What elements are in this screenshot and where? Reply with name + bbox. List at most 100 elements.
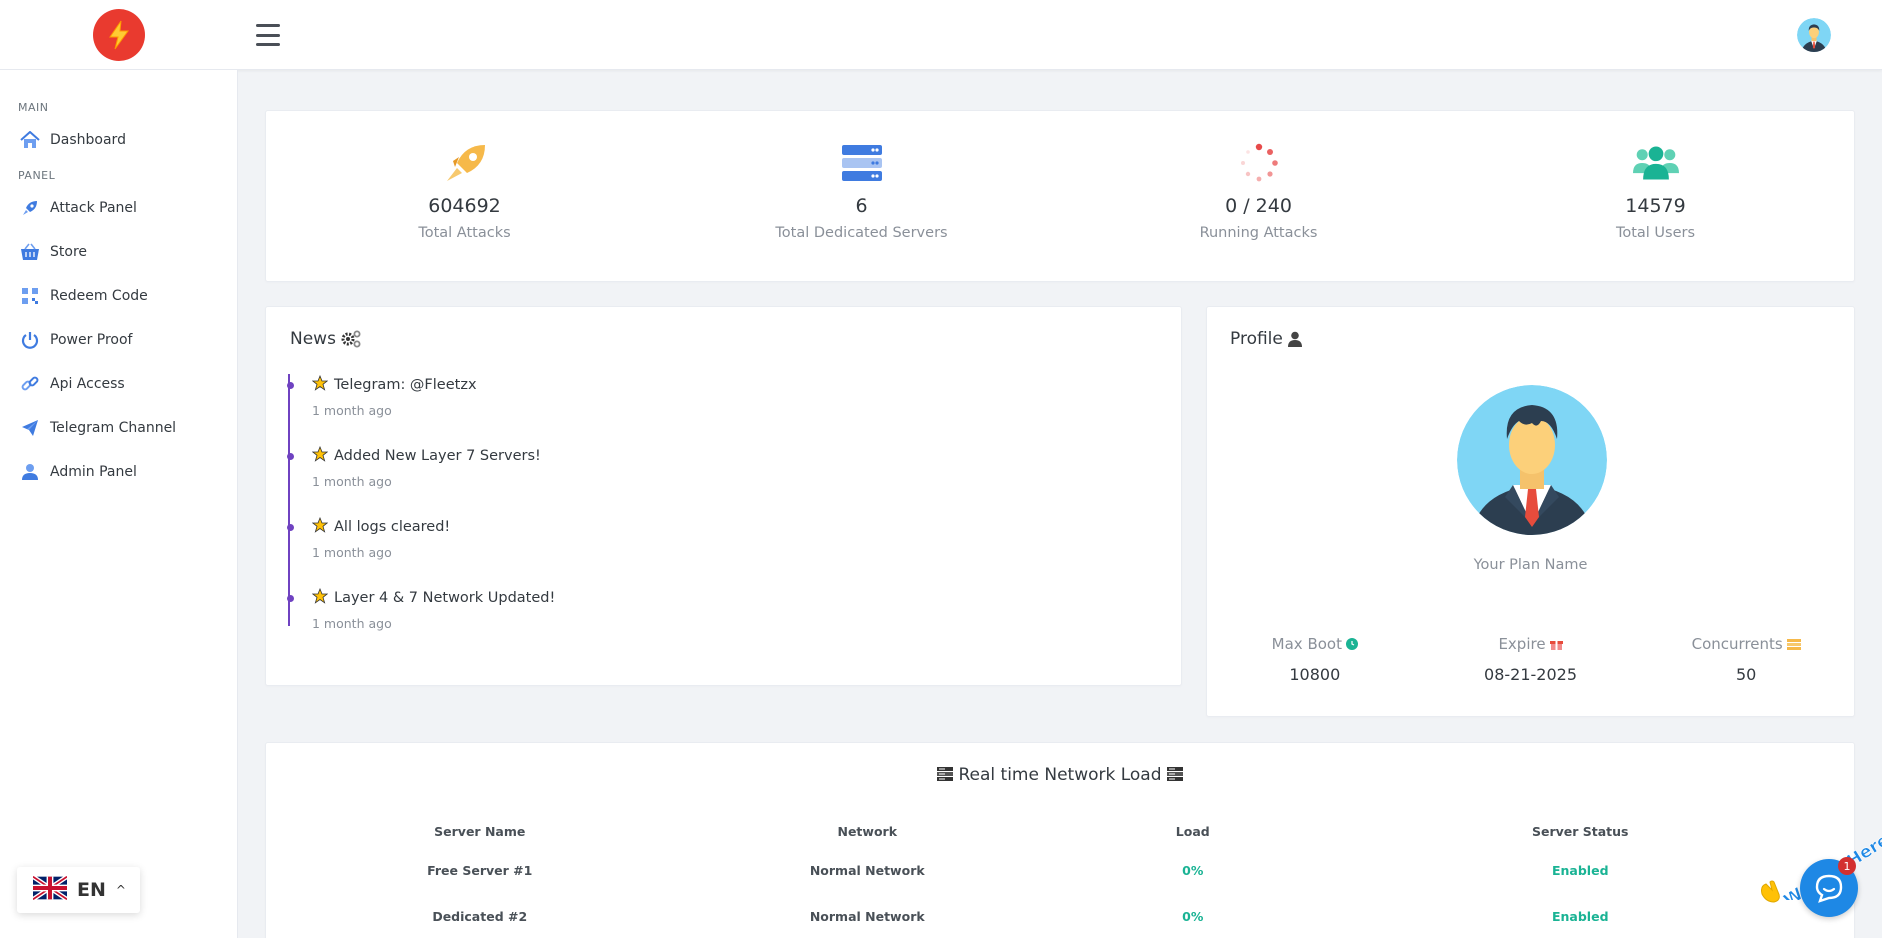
menu-toggle-icon[interactable] (256, 24, 280, 46)
stat-caption: Total Users (1615, 225, 1696, 241)
stat-value: 0 / 240 (1225, 195, 1292, 217)
news-item-title: Telegram: @Fleetzx (334, 377, 477, 393)
language-selector[interactable]: EN ^ (17, 867, 140, 913)
power-icon (20, 330, 40, 350)
news-title: News (290, 329, 361, 349)
clock-icon (1345, 638, 1358, 650)
stat-total-attacks: 604692 Total Attacks (266, 111, 663, 281)
sidebar-item-attack-panel[interactable]: Attack Panel (0, 186, 237, 230)
gift-icon (1549, 638, 1563, 650)
network-load-card: Real time Network Load Server Name Netwo… (265, 742, 1855, 938)
star-icon (311, 587, 329, 608)
stat-total-users: 14579 Total Users (1457, 111, 1854, 281)
stat-value: 6 (855, 195, 868, 217)
network-title: Real time Network Load (266, 765, 1854, 787)
news-item-title: Added New Layer 7 Servers! (334, 448, 541, 464)
chevron-up-icon: ^ (115, 883, 126, 897)
servers-icon (839, 143, 885, 183)
sidebar-item-label: Store (50, 244, 88, 260)
uk-flag-icon (31, 874, 69, 904)
profile-stats: Max Boot 10800 Expire 08-21-2025 Concurr… (1207, 635, 1854, 684)
link-icon (20, 374, 40, 394)
gears-icon (341, 330, 361, 348)
network-cell: Normal Network (809, 862, 925, 878)
news-item-title: All logs cleared! (334, 519, 451, 535)
sidebar-item-telegram-channel[interactable]: Telegram Channel (0, 406, 237, 450)
network-cell: Normal Network (809, 908, 925, 924)
sidebar-item-power-proof[interactable]: Power Proof (0, 318, 237, 362)
stat-running-attacks: 0 / 240 Running Attacks (1060, 111, 1457, 281)
sidebar-heading-panel: PANEL (18, 169, 56, 182)
news-card: News Telegram: @Fleetzx 1 month ago Adde… (265, 306, 1182, 686)
column-header: Server Name (434, 823, 526, 839)
user-icon (20, 462, 40, 482)
language-code: EN (77, 879, 106, 901)
news-item-title: Layer 4 & 7 Network Updated! (334, 590, 556, 606)
news-item: Added New Layer 7 Servers! 1 month ago (287, 445, 1149, 517)
rocket-icon (20, 198, 40, 218)
news-item: Telegram: @Fleetzx 1 month ago (287, 374, 1149, 446)
plan-name: Your Plan Name (1473, 557, 1588, 573)
profile-stat-label: Expire (1498, 635, 1546, 653)
stat-caption: Total Attacks (418, 225, 511, 241)
sidebar-item-label: Api Access (50, 376, 125, 392)
waving-hand-icon (1758, 878, 1786, 908)
profile-stat-max-boot: Max Boot 10800 (1207, 635, 1423, 684)
sidebar-item-label: Redeem Code (50, 288, 148, 304)
profile-avatar (1457, 385, 1607, 535)
profile-stat-concurrents: Concurrents 50 (1638, 635, 1854, 684)
stat-caption: Total Dedicated Servers (775, 225, 948, 241)
chat-bubble-icon (1814, 873, 1844, 903)
sidebar-item-label: Attack Panel (50, 200, 137, 216)
timeline-line (288, 374, 290, 626)
news-item-time: 1 month ago (312, 545, 392, 560)
profile-stat-label: Concurrents (1691, 635, 1783, 653)
star-icon (311, 445, 329, 466)
profile-card: Profile Your Plan Name Max Boot 10800 Ex… (1206, 306, 1855, 717)
sidebar-item-api-access[interactable]: Api Access (0, 362, 237, 406)
users-icon (1632, 143, 1679, 183)
stat-value: 14579 (1625, 195, 1686, 217)
sidebar-item-label: Dashboard (50, 132, 126, 148)
table-row: Dedicated #2 Normal Network 0% Enabled (286, 893, 1836, 938)
news-item-time: 1 month ago (312, 616, 392, 631)
network-title-text: Real time Network Load (958, 765, 1162, 785)
profile-stat-value: 50 (1736, 665, 1757, 684)
network-table: Server Name Network Load Server Status F… (286, 815, 1836, 938)
brand[interactable] (0, 0, 238, 70)
profile-title-text: Profile (1230, 329, 1283, 349)
paper-plane-icon (20, 418, 40, 438)
user-avatar[interactable] (1797, 18, 1831, 52)
news-item: All logs cleared! 1 month ago (287, 516, 1149, 588)
sidebar-item-label: Telegram Channel (50, 420, 177, 436)
server-icon (937, 767, 954, 787)
spinner-icon (1236, 143, 1282, 183)
sidebar-item-admin-panel[interactable]: Admin Panel (0, 450, 237, 494)
profile-stat-value: 10800 (1289, 665, 1341, 684)
sidebar-item-store[interactable]: Store (0, 230, 237, 274)
profile-stat-expire: Expire 08-21-2025 (1423, 635, 1639, 684)
sidebar-item-redeem-code[interactable]: Redeem Code (0, 274, 237, 318)
stat-caption: Running Attacks (1199, 225, 1318, 241)
star-icon (311, 374, 329, 395)
stats-card: 604692 Total Attacks 6 Total Dedicated S… (265, 110, 1855, 282)
bars-icon (1786, 638, 1801, 650)
news-item-time: 1 month ago (312, 474, 392, 489)
qrcode-icon (20, 286, 40, 306)
profile-title: Profile (1230, 329, 1302, 349)
sidebar-item-dashboard[interactable]: Dashboard (0, 118, 237, 162)
user-icon (1287, 331, 1302, 347)
server-name-cell: Dedicated #2 (432, 908, 528, 924)
sidebar-item-label: Admin Panel (50, 464, 137, 480)
sidebar: MAIN Dashboard PANEL Attack Panel Store … (0, 70, 238, 938)
lightning-logo[interactable] (93, 9, 145, 61)
news-title-text: News (290, 329, 336, 349)
server-name-cell: Free Server #1 (427, 862, 533, 878)
table-header-row: Server Name Network Load Server Status (286, 815, 1836, 847)
load-cell: 0% (1182, 908, 1204, 924)
stat-dedicated-servers: 6 Total Dedicated Servers (663, 111, 1060, 281)
sidebar-item-label: Power Proof (50, 332, 133, 348)
column-header: Network (837, 823, 898, 839)
basket-icon (20, 242, 40, 262)
table-row: Free Server #1 Normal Network 0% Enabled (286, 847, 1836, 893)
